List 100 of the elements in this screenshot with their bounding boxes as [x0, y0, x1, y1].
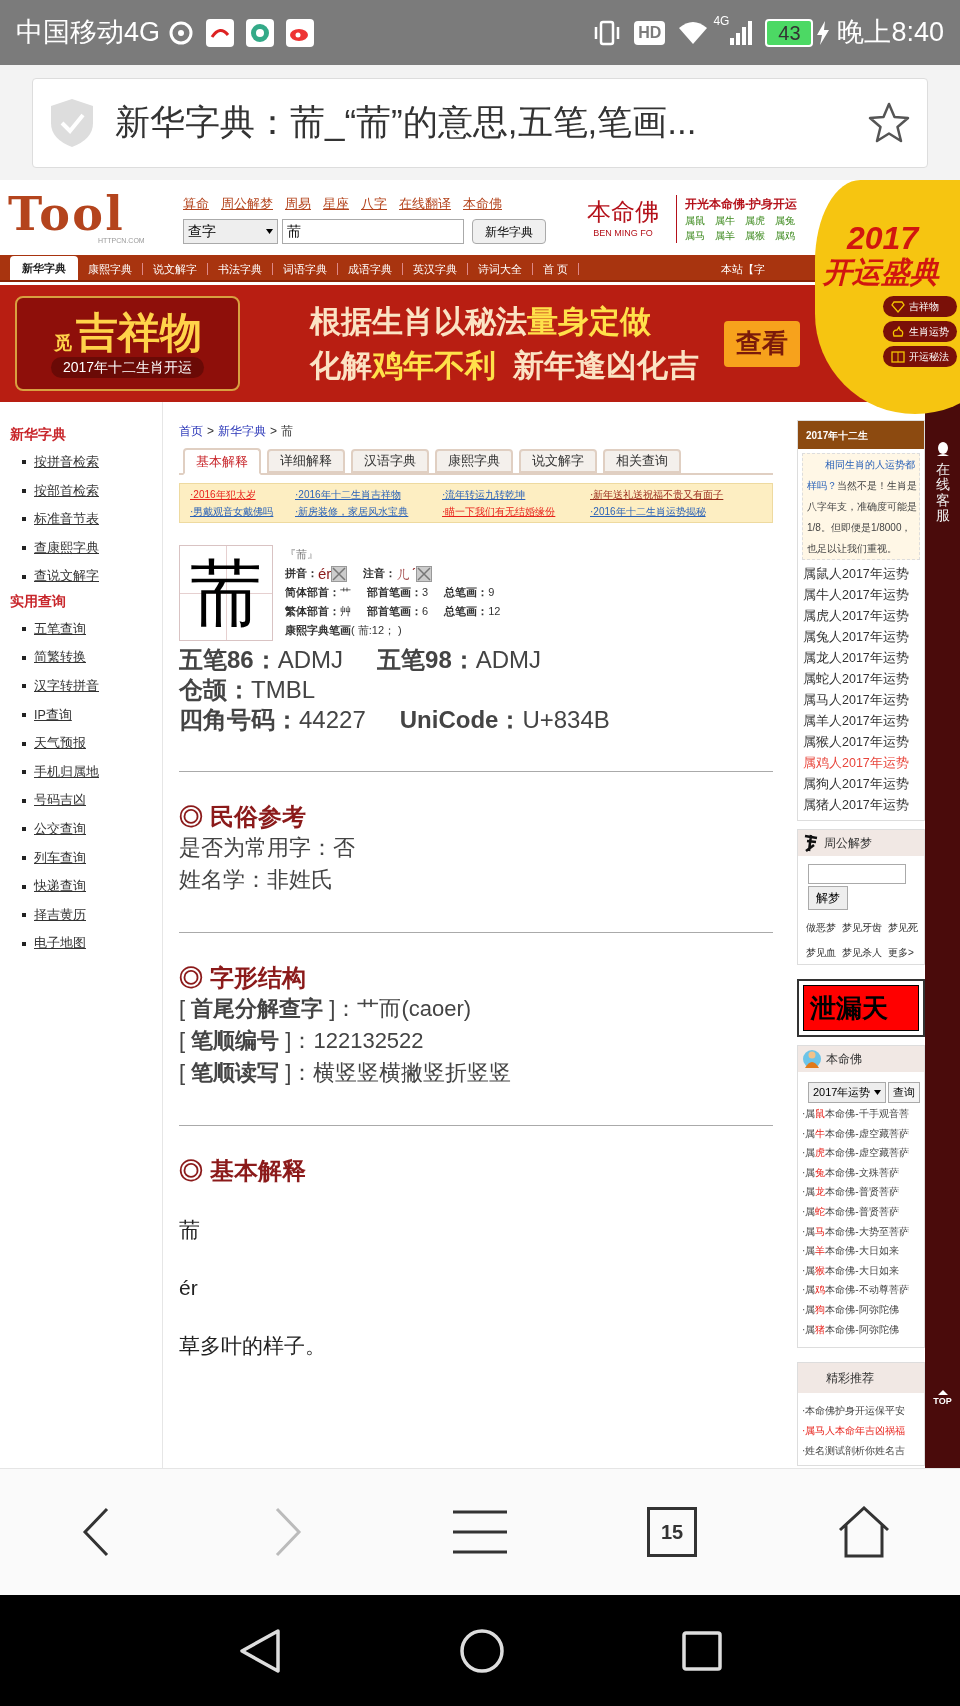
site-logo[interactable]: Tool — [8, 191, 170, 236]
site-nav-tab[interactable]: 英汉字典 — [403, 258, 467, 280]
system-back-icon[interactable] — [238, 1627, 283, 1674]
buddha-link[interactable]: ·属龙本命佛-普贤菩萨 — [802, 1182, 924, 1202]
zodiac-link[interactable]: 属猴 — [745, 228, 771, 243]
fortune-link[interactable]: 属鸡人2017年运势 — [803, 753, 924, 774]
dream-link[interactable]: 更多> — [888, 945, 914, 960]
zodiac-link[interactable]: 属羊 — [715, 228, 741, 243]
header-link[interactable]: 在线翻译 — [399, 193, 451, 214]
secret-banner[interactable]: 泄漏天 — [797, 979, 925, 1037]
view-button[interactable]: 查看 — [724, 320, 801, 367]
site-nav-tab[interactable]: 词语字典 — [273, 258, 337, 280]
query-button[interactable]: 查询 — [888, 1082, 921, 1103]
header-link[interactable]: 星座 — [323, 193, 349, 214]
promo-link[interactable]: ·男戴观音女戴佛吗 — [190, 503, 295, 520]
site-nav-tab[interactable]: 成语字典 — [338, 258, 402, 280]
sidebar-link[interactable]: 公交查询 — [34, 820, 86, 839]
content-tab[interactable]: 详细解释 — [267, 449, 345, 473]
buddha-link[interactable]: ·属鼠本命佛-千手观音菩 — [802, 1104, 924, 1124]
sidebar-link[interactable]: 天气预报 — [34, 734, 86, 753]
search-button[interactable]: 新华字典 — [472, 219, 546, 245]
zodiac-link[interactable]: 属虎 — [745, 213, 771, 228]
site-nav-tab[interactable]: 书法字典 — [208, 258, 272, 280]
back-to-top-link[interactable]: TOP — [933, 1389, 952, 1408]
content-tab[interactable]: 基本解释 — [183, 448, 261, 475]
pick-link[interactable]: ·本命佛护身开运保平安 — [802, 1401, 924, 1422]
breadcrumb-link[interactable]: 新华字典 — [218, 422, 266, 440]
online-service-link[interactable]: 在线客服 — [935, 462, 950, 524]
header-link[interactable]: 本命佛 — [463, 193, 502, 214]
buddha-link[interactable]: ·属狗本命佛-阿弥陀佛 — [802, 1299, 924, 1320]
system-recents-icon[interactable] — [681, 1630, 722, 1671]
fortune-link[interactable]: 属兔人2017年运势 — [803, 627, 924, 648]
site-nav-tab[interactable]: 康熙字典 — [78, 258, 142, 280]
year-select[interactable]: 2017年运势 — [808, 1082, 887, 1103]
note-link[interactable]: 相同生肖的人运势都 — [825, 454, 915, 475]
dream-search-field[interactable] — [808, 864, 906, 884]
dream-link[interactable]: 做恶梦 — [806, 920, 836, 935]
fortune-link[interactable]: 属猴人2017年运势 — [803, 732, 924, 753]
buddha-link[interactable]: ·属牛本命佛-虚空藏菩萨 — [802, 1123, 924, 1144]
buddha-link[interactable]: ·属猴本命佛-大日如来 — [802, 1260, 924, 1281]
sidebar-link[interactable]: 列车查询 — [34, 848, 86, 868]
promo-badge[interactable]: 2017 开运盛典 吉祥物 生肖运势 开运秘法 — [815, 180, 960, 414]
fortune-link[interactable]: 属虎人2017年运势 — [803, 606, 924, 627]
dream-link[interactable]: 梦见血 — [806, 945, 836, 960]
buddha-link[interactable]: ·属鸡本命佛-不动尊菩萨 — [802, 1280, 924, 1300]
fortune-link[interactable]: 属狗人2017年运势 — [803, 774, 924, 795]
broken-image-icon[interactable] — [331, 565, 348, 582]
search-type-select[interactable]: 查字 — [183, 219, 278, 245]
promo-link[interactable]: ·流年转运九转乾坤 — [442, 486, 590, 503]
dream-link[interactable]: 梦见牙齿 — [842, 920, 882, 935]
zodiac-link[interactable]: 属鼠 — [685, 213, 711, 228]
buddha-link[interactable]: ·属兔本命佛-文殊菩萨 — [802, 1162, 924, 1183]
dream-link[interactable]: 梦见死 — [888, 920, 918, 935]
sidebar-link[interactable]: 择吉黄历 — [34, 905, 86, 925]
breadcrumb-link[interactable]: 首页 — [179, 422, 203, 440]
buddha-link[interactable]: ·属蛇本命佛-普贤菩萨 — [802, 1201, 924, 1222]
content-tab[interactable]: 相关查询 — [603, 449, 681, 473]
system-home-icon[interactable] — [459, 1627, 505, 1674]
header-link[interactable]: 周易 — [285, 193, 311, 214]
sidebar-link[interactable]: 按部首检索 — [34, 481, 99, 501]
zodiac-link[interactable]: 属牛 — [715, 213, 741, 228]
fortune-link[interactable]: 属鼠人2017年运势 — [803, 564, 924, 585]
dream-button[interactable]: 解梦 — [808, 886, 848, 910]
site-nav-tab[interactable]: 诗词大全 — [468, 258, 532, 280]
sidebar-link[interactable]: 按拼音检索 — [34, 452, 99, 472]
promo-menu-item[interactable]: 生肖运势 — [883, 321, 957, 342]
promo-link[interactable]: ·新年送礼送祝福不贵又有面子 — [590, 486, 762, 503]
sidebar-link[interactable]: 简繁转换 — [34, 648, 86, 668]
fortune-link[interactable]: 属牛人2017年运势 — [803, 585, 924, 606]
pick-link[interactable]: ·姓名测试剖析你姓名吉 — [802, 1441, 924, 1462]
header-link[interactable]: 八字 — [361, 193, 387, 214]
promo-menu-item[interactable]: 开运秘法 — [883, 346, 957, 367]
fortune-link[interactable]: 属猪人2017年运势 — [803, 795, 924, 816]
fortune-link[interactable]: 属蛇人2017年运势 — [803, 669, 924, 690]
zodiac-link[interactable]: 属鸡 — [775, 228, 801, 243]
address-bar[interactable]: 新华字典：荋_“荋”的意思,五笔,笔画... — [32, 77, 928, 168]
promo-link[interactable]: ·2016年犯太岁 — [190, 486, 295, 503]
search-field[interactable]: 荋 — [282, 219, 464, 245]
sidebar-link[interactable]: 号码吉凶 — [34, 791, 86, 811]
zodiac-link[interactable]: 属马 — [685, 228, 711, 243]
sidebar-link[interactable]: 汉字转拼音 — [34, 677, 99, 696]
broken-image-icon[interactable] — [416, 565, 433, 582]
promo-menu-item[interactable]: 吉祥物 — [883, 296, 957, 317]
tab-count-button[interactable]: 15 — [576, 1487, 768, 1577]
content-tab[interactable]: 康熙字典 — [435, 449, 513, 473]
fortune-link[interactable]: 属龙人2017年运势 — [803, 648, 924, 669]
promo-link[interactable]: ·2016年十二生肖吉祥物 — [295, 486, 442, 503]
zodiac-link[interactable]: 属兔 — [775, 213, 801, 228]
sidebar-link[interactable]: 五笔查询 — [34, 619, 86, 639]
buddha-link[interactable]: ·属虎本命佛-虚空藏菩萨 — [802, 1143, 924, 1163]
sidebar-link[interactable]: 查康熙字典 — [34, 538, 99, 558]
dream-link[interactable]: 梦见杀人 — [842, 945, 882, 960]
content-tab[interactable]: 说文解字 — [519, 449, 597, 473]
sidebar-link[interactable]: 电子地图 — [34, 934, 86, 954]
penguin-icon[interactable] — [935, 442, 950, 458]
sidebar-link[interactable]: 快递查询 — [34, 877, 86, 896]
sidebar-link[interactable]: 查说文解字 — [34, 567, 99, 587]
buddha-link[interactable]: ·属羊本命佛-大日如来 — [802, 1241, 924, 1261]
promo-link[interactable]: ·新房装修，家居风水宝典 — [295, 503, 442, 520]
sidebar-link[interactable]: 标准音节表 — [34, 510, 99, 529]
